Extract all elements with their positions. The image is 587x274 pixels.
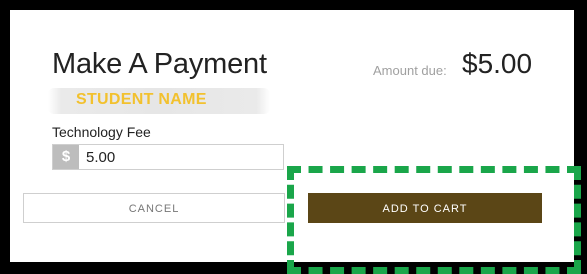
add-to-cart-button[interactable]: ADD TO CART [308, 193, 542, 223]
fee-amount-field: $ [52, 144, 284, 170]
amount-due-value: $5.00 [462, 48, 533, 79]
page-title: Make A Payment [52, 48, 267, 80]
dollar-sign-icon: $ [53, 145, 79, 169]
student-name: STUDENT NAME [76, 91, 207, 108]
amount-due-label: Amount due: [373, 63, 447, 78]
cancel-button[interactable]: CANCEL [23, 193, 285, 223]
technology-fee-label: Technology Fee [52, 124, 151, 140]
payment-dialog: Make A Payment Amount due: $5.00 STUDENT… [10, 10, 574, 262]
fee-amount-input[interactable] [86, 145, 276, 169]
